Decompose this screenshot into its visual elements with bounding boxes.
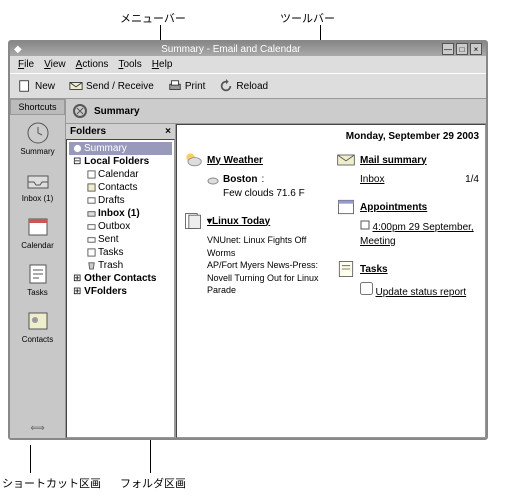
app-window: ◆ Summary - Email and Calendar — □ × Fil…	[8, 40, 488, 440]
weather-condition: Few clouds 71.6 F	[223, 187, 326, 201]
tasks-small-icon	[87, 248, 96, 257]
cloud-icon	[207, 174, 219, 186]
tasks-section-icon	[336, 259, 356, 279]
content-header-label: Summary	[94, 106, 140, 117]
shortcuts-header: Shortcuts	[10, 99, 65, 115]
shortcut-tasks[interactable]: Tasks	[10, 256, 65, 303]
send-receive-button[interactable]: Send / Receive	[65, 77, 158, 95]
mail-icon	[336, 150, 356, 170]
shortcut-label: Contacts	[22, 335, 54, 344]
summary-header-icon	[72, 103, 88, 119]
appointment-link[interactable]: 4:00pm 29 September, Meeting	[360, 222, 474, 247]
appointments-header[interactable]: Appointments	[336, 197, 479, 217]
shortcut-inbox[interactable]: Inbox (1)	[10, 162, 65, 209]
weather-city: Boston	[223, 173, 257, 187]
menu-actions[interactable]: Actions	[72, 58, 113, 71]
tree-item[interactable]: Drafts	[83, 194, 172, 207]
calendar-icon	[26, 215, 50, 239]
annotation-shortcuts: ショートカット区画	[2, 475, 101, 491]
menu-tools[interactable]: Tools	[114, 58, 145, 71]
tree-local-folders[interactable]: ⊟ Local Folders	[69, 155, 172, 168]
maximize-button[interactable]: □	[456, 43, 468, 55]
folders-close-button[interactable]: ×	[165, 126, 171, 137]
tree-item[interactable]: Outbox	[83, 220, 172, 233]
reload-button[interactable]: Reload	[215, 77, 272, 95]
summary-icon	[26, 121, 50, 145]
minimize-button[interactable]: —	[442, 43, 454, 55]
contacts-small-icon	[87, 183, 96, 192]
outbox-small-icon	[87, 222, 96, 231]
tree-item[interactable]: Contacts	[83, 181, 172, 194]
mail-count: 1/4	[465, 173, 479, 187]
content-header: Summary	[66, 99, 486, 124]
shortcut-calendar[interactable]: Calendar	[10, 209, 65, 256]
annotation-menubar: メニューバー	[120, 10, 186, 26]
folders-pane: Folders × Summary ⊟ Local Folders Calend…	[66, 124, 176, 438]
annotation-toolbar: ツールバー	[280, 10, 335, 26]
menu-help[interactable]: Help	[148, 58, 177, 71]
print-icon	[168, 79, 182, 93]
inbox-icon	[26, 168, 50, 192]
new-button[interactable]: New	[14, 77, 59, 95]
shortcut-label: Inbox (1)	[22, 194, 54, 203]
folder-tree: Summary ⊟ Local Folders Calendar Contact…	[66, 139, 175, 438]
send-receive-label: Send / Receive	[86, 81, 154, 92]
sent-small-icon	[87, 235, 96, 244]
inbox-small-icon	[87, 209, 96, 218]
appointment-item-icon	[360, 220, 370, 230]
tree-item[interactable]: Tasks	[83, 246, 172, 259]
new-label: New	[35, 81, 55, 92]
send-receive-icon	[69, 79, 83, 93]
shortcut-label: Tasks	[27, 288, 47, 297]
weather-header[interactable]: My Weather	[183, 150, 326, 170]
shortcut-contacts[interactable]: Contacts	[10, 303, 65, 350]
weather-icon	[183, 150, 203, 170]
shortcuts-pane: Shortcuts Summary Inbox (1) Calendar Tas…	[10, 99, 66, 438]
print-button[interactable]: Print	[164, 77, 210, 95]
news-header[interactable]: ▾Linux Today	[183, 211, 326, 231]
tree-other-contacts[interactable]: ⊞ Other Contacts	[69, 272, 172, 285]
folder-icon	[73, 144, 82, 153]
app-icon: ◆	[14, 44, 22, 55]
tree-item[interactable]: Calendar	[83, 168, 172, 181]
print-label: Print	[185, 81, 206, 92]
tree-vfolders[interactable]: ⊞ VFolders	[69, 285, 172, 298]
task-link[interactable]: Update status report	[376, 287, 467, 298]
calendar-small-icon	[87, 170, 96, 179]
mail-inbox-link[interactable]: Inbox	[360, 173, 384, 187]
tasks-icon	[26, 262, 50, 286]
shortcuts-grip[interactable]: ⟺	[10, 419, 65, 438]
menu-file[interactable]: File	[14, 58, 38, 71]
summary-pane: Monday, September 29 2003 My Weather Bos…	[176, 124, 486, 438]
reload-icon	[219, 79, 233, 93]
menubar: File View Actions Tools Help	[10, 56, 486, 73]
menu-view[interactable]: View	[40, 58, 70, 71]
task-checkbox[interactable]	[360, 282, 373, 295]
new-icon	[18, 79, 32, 93]
news-body: VNUnet: Linux Fights Off Worms AP/Fort M…	[207, 234, 326, 297]
shortcut-label: Summary	[20, 147, 54, 156]
tree-item[interactable]: Sent	[83, 233, 172, 246]
tree-item[interactable]: Inbox (1)	[83, 207, 172, 220]
folders-header: Folders	[70, 126, 106, 137]
trash-small-icon	[87, 261, 96, 270]
contacts-icon	[26, 309, 50, 333]
annotation-folders: フォルダ区画	[120, 475, 186, 491]
current-date: Monday, September 29 2003	[183, 131, 479, 142]
titlebar: ◆ Summary - Email and Calendar — □ ×	[10, 42, 486, 56]
appointments-icon	[336, 197, 356, 217]
shortcut-label: Calendar	[21, 241, 53, 250]
close-button[interactable]: ×	[470, 43, 482, 55]
reload-label: Reload	[236, 81, 268, 92]
news-icon	[183, 211, 203, 231]
tasks-header[interactable]: Tasks	[336, 259, 479, 279]
shortcut-summary[interactable]: Summary	[10, 115, 65, 162]
mail-summary-header[interactable]: Mail summary	[336, 150, 479, 170]
tree-summary[interactable]: Summary	[69, 142, 172, 155]
toolbar: New Send / Receive Print Reload	[10, 73, 486, 99]
drafts-small-icon	[87, 196, 96, 205]
window-title: Summary - Email and Calendar	[22, 44, 440, 55]
tree-item[interactable]: Trash	[83, 259, 172, 272]
